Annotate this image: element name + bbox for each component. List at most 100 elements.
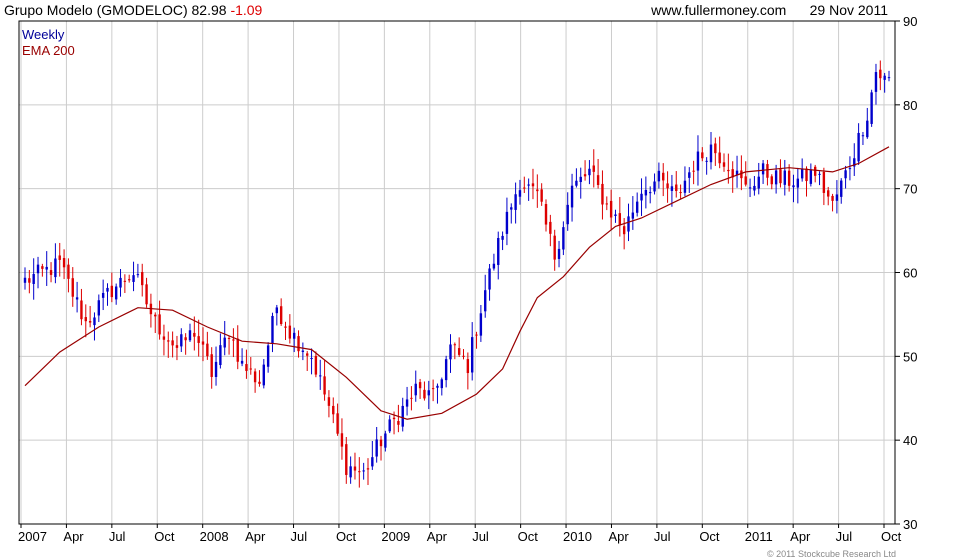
candle-body [431, 388, 435, 390]
candle-body [358, 471, 361, 473]
candle-body [240, 360, 244, 364]
candle-body [97, 300, 101, 316]
candle-body [566, 204, 569, 225]
candle-body [618, 213, 622, 226]
candle-body [375, 439, 378, 457]
candle-body [796, 178, 800, 188]
x-tick-label: Oct [336, 529, 357, 544]
candle-body [62, 258, 66, 268]
candle-body [132, 275, 135, 282]
x-tick-label: Apr [63, 529, 84, 544]
candle-body [245, 364, 248, 371]
candle-body [388, 419, 391, 432]
candle-body [536, 189, 539, 192]
candle-body [292, 332, 296, 339]
x-tick-label: Oct [518, 529, 539, 544]
candle-body [883, 75, 886, 80]
candle-body [141, 272, 144, 286]
candle-body [622, 226, 626, 235]
candle-body [457, 348, 461, 355]
candle-body [696, 151, 700, 171]
candle-body [145, 284, 148, 305]
candle-body [128, 279, 131, 281]
candle-body [101, 292, 105, 298]
candle-body [371, 457, 374, 467]
candle-body [301, 350, 305, 352]
candle-body [366, 468, 370, 470]
candle-body [106, 287, 109, 292]
candle-body [549, 221, 552, 234]
y-tick-label: 40 [903, 433, 917, 448]
x-tick-label: 2007 [18, 529, 47, 544]
x-tick-label: 2008 [200, 529, 229, 544]
candle-body [405, 399, 409, 407]
candle-body [384, 433, 387, 448]
candle-body [727, 169, 730, 172]
candle-body [857, 132, 860, 162]
candle-body [588, 168, 591, 176]
candle-body [314, 355, 318, 375]
x-tick-label: Oct [699, 529, 720, 544]
candle-body [779, 169, 782, 184]
candle-body [722, 162, 726, 167]
candle-body [848, 168, 852, 170]
candle-body [649, 192, 652, 194]
x-tick-label: Oct [881, 529, 902, 544]
candle-body [353, 466, 357, 471]
candle-body [505, 211, 509, 234]
candle-body [813, 166, 817, 176]
candle-body [688, 172, 691, 178]
candle-body [822, 171, 826, 193]
candle-body [271, 315, 274, 344]
candle-body [36, 264, 40, 274]
candle-body [631, 212, 635, 219]
candle-body [262, 364, 265, 386]
candle-body [93, 317, 96, 326]
candle-body [827, 190, 830, 197]
candle-body [666, 183, 669, 189]
y-tick-label: 90 [903, 14, 917, 29]
candle-body [874, 72, 878, 92]
candle-body [253, 371, 257, 383]
candle-body [188, 330, 192, 341]
legend-ema-200: EMA 200 [22, 43, 75, 58]
candle-body [514, 194, 517, 210]
candle-body [805, 168, 808, 182]
candle-body [23, 277, 27, 283]
candle-body [258, 381, 261, 384]
candle-body [818, 173, 821, 175]
candle-body [319, 375, 322, 377]
candle-body [297, 336, 300, 352]
candle-body [362, 470, 365, 472]
candle-body [774, 170, 778, 185]
candle-body [154, 314, 157, 317]
candle-body [327, 397, 331, 406]
candle-body [479, 313, 483, 336]
candle-body [609, 200, 613, 218]
candle-body [349, 466, 352, 478]
price-chart: 30 40 50 60 70 80 90 2007 Apr Jul Oct 2008 Apr Jul Oct… [18, 14, 917, 544]
candle-body [175, 345, 179, 348]
candle-body [523, 187, 526, 189]
candle-body [501, 235, 504, 240]
candle-body [761, 163, 765, 175]
candle-body [323, 376, 326, 395]
candle-body [840, 180, 843, 197]
candle-body [453, 344, 457, 346]
candle-body [705, 160, 708, 162]
candle-body [809, 169, 813, 184]
x-tick-label: Jul [472, 529, 489, 544]
candle-body [449, 344, 452, 360]
candle-body [58, 255, 61, 260]
candle-body [332, 405, 335, 415]
candle-body [336, 413, 339, 434]
y-tick-label: 60 [903, 266, 917, 281]
candle-body [436, 385, 439, 388]
candle-body [583, 174, 587, 177]
candle-body [136, 274, 140, 276]
x-tick-label: Oct [154, 529, 175, 544]
candle-body [284, 326, 287, 328]
candle-body [184, 337, 187, 341]
candle-body [692, 170, 695, 172]
candle-body [575, 180, 578, 186]
